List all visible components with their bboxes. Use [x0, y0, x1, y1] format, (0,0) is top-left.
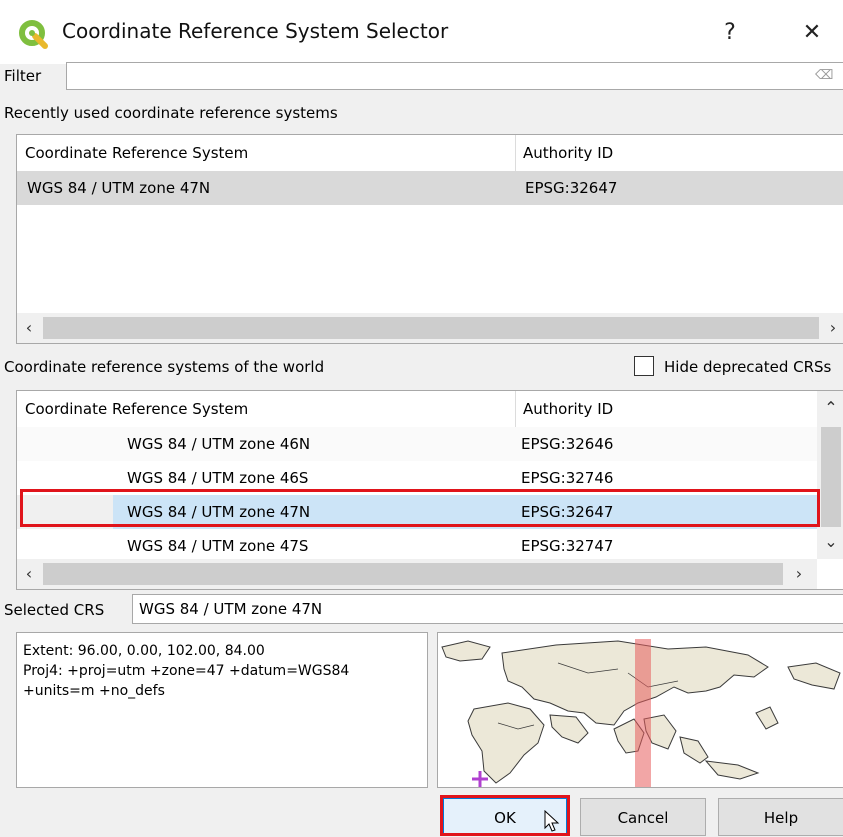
- world-map-preview: [437, 632, 843, 788]
- selected-crs-field[interactable]: WGS 84 / UTM zone 47N: [132, 594, 843, 624]
- proj4-text: Proj4: +proj=utm +zone=47 +datum=WGS84: [23, 663, 350, 679]
- scroll-up-icon[interactable]: ⌃: [821, 393, 841, 423]
- map-canvas: [441, 639, 841, 787]
- qgis-logo-icon: [19, 20, 48, 49]
- column-header-crs[interactable]: Coordinate Reference System: [17, 391, 515, 427]
- authority-id: EPSG:32646: [521, 435, 614, 453]
- window-title: Coordinate Reference System Selector: [62, 19, 449, 43]
- crs-name: WGS 84 / UTM zone 47N: [27, 179, 211, 197]
- scroll-right-icon[interactable]: ›: [823, 313, 843, 343]
- scroll-thumb[interactable]: [821, 427, 841, 527]
- world-section-label: Coordinate reference systems of the worl…: [4, 358, 325, 376]
- highlight-box: [20, 489, 820, 527]
- world-row[interactable]: WGS 84 / UTM zone 46N EPSG:32646: [17, 427, 817, 461]
- crs-name: WGS 84 / UTM zone 47S: [127, 537, 309, 555]
- hide-deprecated-label[interactable]: Hide deprecated CRSs: [664, 358, 831, 376]
- recent-section-label: Recently used coordinate reference syste…: [4, 104, 338, 122]
- recent-crs-table[interactable]: Coordinate Reference System Authority ID…: [16, 134, 843, 344]
- column-header-authority[interactable]: Authority ID: [515, 391, 815, 427]
- selected-crs-label: Selected CRS: [4, 601, 105, 619]
- world-vertical-scrollbar[interactable]: ⌃ ⌄: [817, 391, 843, 559]
- filter-label: Filter: [4, 67, 42, 85]
- help-title-button[interactable]: ?: [700, 10, 760, 56]
- column-header-authority[interactable]: Authority ID: [515, 135, 843, 171]
- scroll-left-icon[interactable]: ‹: [19, 313, 39, 343]
- mouse-cursor-icon: [543, 809, 563, 832]
- authority-id: EPSG:32647: [525, 179, 618, 197]
- authority-id: EPSG:32747: [521, 537, 614, 555]
- clear-icon[interactable]: ⌫: [815, 63, 833, 89]
- proj4-units-text: +units=m +no_defs: [23, 683, 165, 699]
- world-row[interactable]: WGS 84 / UTM zone 47S EPSG:32747: [17, 529, 817, 563]
- scroll-thumb[interactable]: [43, 563, 783, 585]
- scroll-down-icon[interactable]: ⌄: [821, 527, 841, 557]
- hide-deprecated-checkbox[interactable]: [634, 356, 654, 376]
- filter-input[interactable]: ⌫: [66, 62, 843, 90]
- scroll-thumb[interactable]: [43, 317, 819, 339]
- scroll-right-icon[interactable]: ›: [789, 559, 809, 589]
- recent-table-header: Coordinate Reference System Authority ID: [17, 135, 843, 172]
- crs-name: WGS 84 / UTM zone 46N: [127, 435, 311, 453]
- extent-text: Extent: 96.00, 0.00, 102.00, 84.00: [23, 643, 265, 659]
- help-button[interactable]: Help: [718, 798, 843, 836]
- close-button[interactable]: ✕: [782, 10, 842, 56]
- utm-zone-band: [635, 639, 651, 787]
- scroll-left-icon[interactable]: ‹: [19, 559, 39, 589]
- cancel-button[interactable]: Cancel: [580, 798, 706, 836]
- crs-info-panel: Extent: 96.00, 0.00, 102.00, 84.00 Proj4…: [16, 632, 428, 788]
- column-header-crs[interactable]: Coordinate Reference System: [17, 135, 515, 171]
- world-horizontal-scrollbar[interactable]: ‹ ›: [17, 559, 817, 589]
- recent-row[interactable]: WGS 84 / UTM zone 47N EPSG:32647: [17, 171, 843, 205]
- recent-horizontal-scrollbar[interactable]: ‹ ›: [17, 313, 843, 343]
- world-table-header: Coordinate Reference System Authority ID: [17, 391, 843, 428]
